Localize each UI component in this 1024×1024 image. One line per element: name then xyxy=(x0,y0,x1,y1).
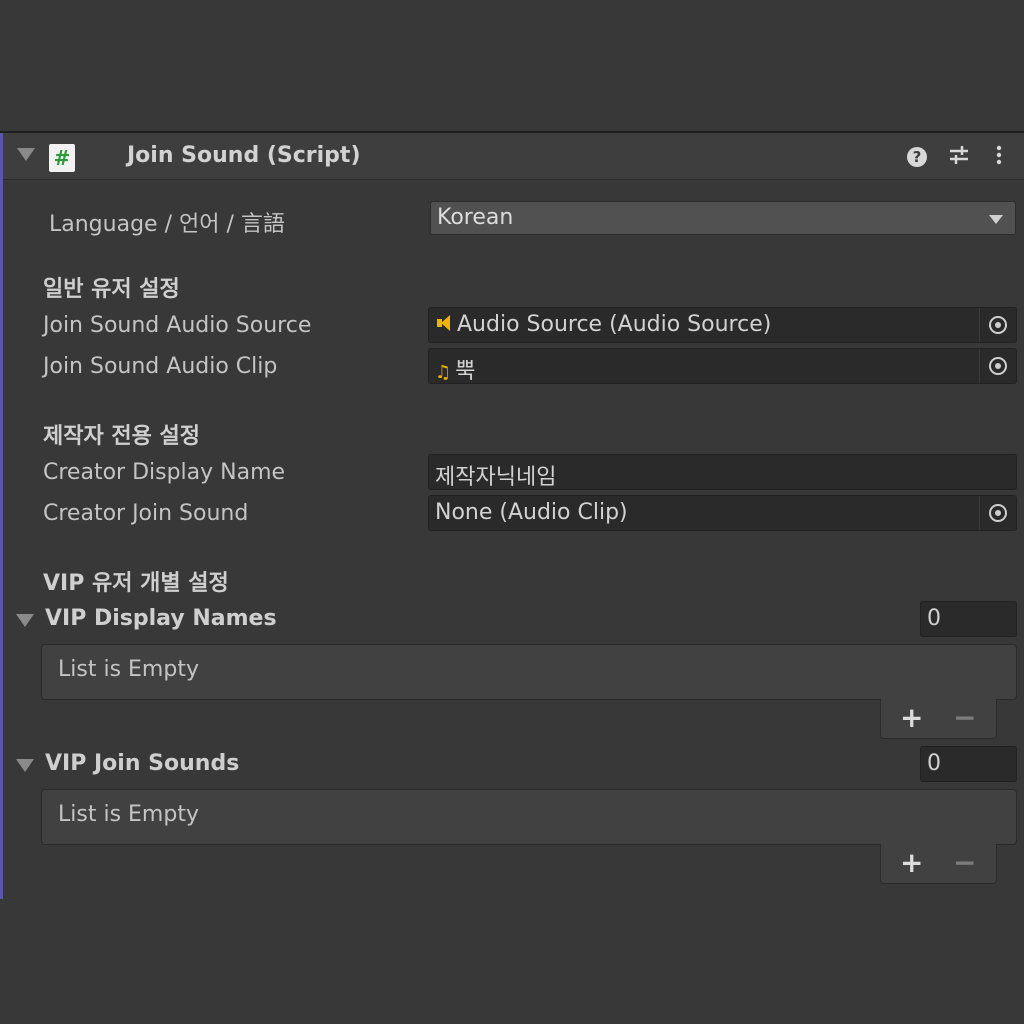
creator-display-name-label: Creator Display Name xyxy=(43,460,286,485)
remove-element-button[interactable]: − xyxy=(953,846,976,879)
object-picker-button[interactable] xyxy=(979,308,1016,342)
object-picker-icon xyxy=(989,357,1007,375)
foldout-arrow-icon[interactable] xyxy=(17,148,35,161)
vip-display-names-foldout-icon[interactable] xyxy=(16,614,34,627)
component-header[interactable]: # Join Sound (Script) ? xyxy=(3,133,1024,180)
object-picker-button[interactable] xyxy=(979,349,1016,383)
selection-accent-bar xyxy=(0,133,3,899)
audio-clip-field[interactable]: ♫ 뿍 xyxy=(428,348,1017,384)
more-options-icon[interactable] xyxy=(987,143,1011,167)
audio-clip-label: Join Sound Audio Clip xyxy=(43,354,278,379)
vip-display-names-list: List is Empty xyxy=(41,644,1017,700)
help-icon[interactable]: ? xyxy=(905,143,929,167)
creator-display-name-field[interactable]: 제작자닉네임 xyxy=(428,454,1017,490)
audio-source-label: Join Sound Audio Source xyxy=(43,313,312,338)
chevron-down-icon xyxy=(989,215,1003,224)
language-dropdown[interactable]: Korean xyxy=(430,201,1016,235)
language-value: Korean xyxy=(437,205,514,230)
presets-icon[interactable] xyxy=(947,143,971,167)
object-picker-button[interactable] xyxy=(979,496,1016,530)
vip-display-names-footer: + − xyxy=(880,699,997,739)
vip-join-sounds-count-value: 0 xyxy=(927,751,941,776)
object-picker-icon xyxy=(989,504,1007,522)
vip-section-heading: VIP 유저 개별 설정 xyxy=(43,571,229,596)
list-empty-text: List is Empty xyxy=(58,657,199,682)
language-label: Language / 언어 / 言語 xyxy=(49,212,285,237)
creator-display-name-value: 제작자닉네임 xyxy=(435,465,557,490)
vip-join-sounds-label[interactable]: VIP Join Sounds xyxy=(45,751,239,776)
vip-join-sounds-count[interactable]: 0 xyxy=(920,746,1017,782)
component-title: Join Sound (Script) xyxy=(127,143,361,168)
vip-join-sounds-footer: + − xyxy=(880,844,997,884)
vip-join-sounds-foldout-icon[interactable] xyxy=(16,759,34,772)
audio-clip-value: 뿍 xyxy=(455,359,476,384)
object-picker-icon xyxy=(989,316,1007,334)
audio-clip-icon: ♫ xyxy=(435,362,452,383)
audio-source-value-wrap: Audio Source (Audio Source) xyxy=(435,312,771,337)
creator-join-sound-field[interactable]: None (Audio Clip) xyxy=(428,495,1017,531)
remove-element-button[interactable]: − xyxy=(953,701,976,734)
audio-clip-value-wrap: ♫ 뿍 xyxy=(435,353,475,385)
audio-source-icon xyxy=(435,314,453,332)
add-element-button[interactable]: + xyxy=(900,846,923,879)
audio-source-value: Audio Source (Audio Source) xyxy=(457,312,772,337)
list-empty-text: List is Empty xyxy=(58,802,199,827)
vip-display-names-label[interactable]: VIP Display Names xyxy=(45,606,277,631)
creator-join-sound-value: None (Audio Clip) xyxy=(435,500,628,525)
creator-section-heading: 제작자 전용 설정 xyxy=(43,424,200,449)
vip-display-names-count-value: 0 xyxy=(927,606,941,631)
vip-display-names-count[interactable]: 0 xyxy=(920,601,1017,637)
creator-join-sound-label: Creator Join Sound xyxy=(43,501,249,526)
audio-source-field[interactable]: Audio Source (Audio Source) xyxy=(428,307,1017,343)
vip-join-sounds-list: List is Empty xyxy=(41,789,1017,845)
general-section-heading: 일반 유저 설정 xyxy=(43,277,180,302)
script-icon: # xyxy=(49,144,75,172)
add-element-button[interactable]: + xyxy=(900,701,923,734)
